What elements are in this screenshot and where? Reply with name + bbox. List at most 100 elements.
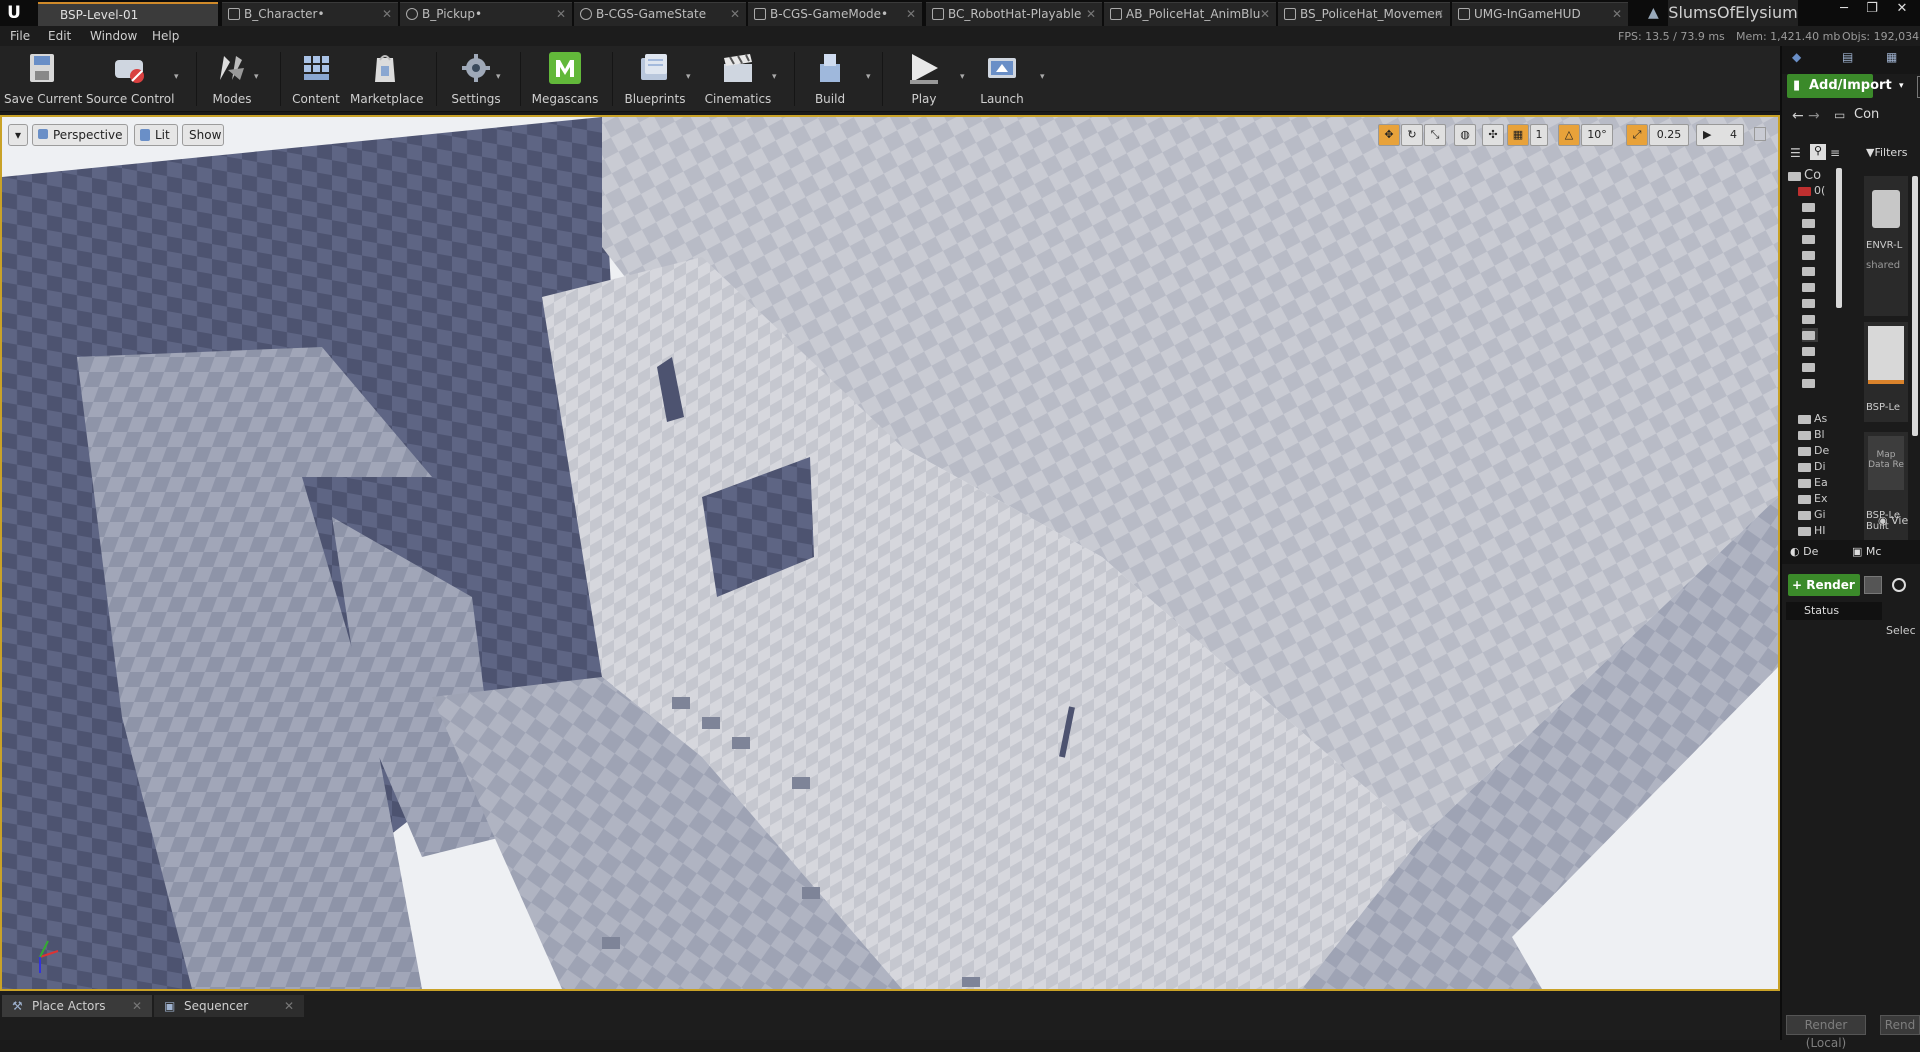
tab-bs-policehat[interactable]: BS_PoliceHat_Movemen ✕ [1278,2,1450,26]
chevron-down-icon[interactable]: ▾ [1040,72,1045,82]
forward-arrow-icon[interactable]: → [1808,108,1820,124]
tab-details[interactable]: ◐ De [1790,545,1818,558]
scale-snap-value[interactable]: 0.25 [1649,124,1689,146]
filters-button[interactable]: ▼Filters [1866,146,1907,159]
tree-folder-project[interactable]: 0( [1798,184,1825,198]
remove-job-icon[interactable] [1864,576,1882,594]
tree-folder-item[interactable]: Gi [1798,508,1826,522]
tab-close-icon[interactable]: ✕ [284,995,294,1017]
add-import-button[interactable]: ▮ Add/Import ▾ [1787,74,1904,98]
viewport-options-button[interactable]: ▾ [8,124,28,146]
tree-folder-item[interactable]: Di [1798,460,1826,474]
menu-edit[interactable]: Edit [48,29,71,43]
tab-place-actors[interactable]: ⚒ Place Actors ✕ [2,995,152,1017]
lit-button[interactable]: Lit [134,124,178,146]
build-button[interactable]: Build ▾ [802,50,871,108]
camera-speed-button[interactable]: ▶ 4 [1696,124,1744,146]
tab-close-icon[interactable]: ✕ [1612,3,1622,25]
tree-folder[interactable] [1802,376,1818,390]
tree-root[interactable]: Co [1788,168,1821,183]
scale-snap-icon[interactable]: ⤢ [1626,124,1648,146]
tab-umg-ingamehud[interactable]: UMG-InGameHUD ✕ [1452,2,1628,26]
chevron-down-icon[interactable]: ▾ [866,72,871,82]
viewport-scene[interactable] [2,117,1778,989]
restore-icon[interactable]: ❐ [1858,0,1886,20]
chevron-down-icon[interactable]: ▾ [960,72,965,82]
tree-folder[interactable] [1802,280,1818,294]
save-current-button[interactable]: Save Current [4,50,82,108]
cinematics-button[interactable]: Cinematics ▾ [702,50,777,108]
breadcrumb-path[interactable]: Con [1854,107,1879,122]
tab-close-icon[interactable]: ✕ [382,3,392,25]
radio-icon[interactable] [1892,578,1906,592]
layout-icon[interactable]: ▤ [1842,50,1853,64]
source-control-button[interactable]: Source Control ▾ [86,50,179,108]
tab-close-icon[interactable]: ✕ [132,995,142,1017]
world-space-icon[interactable]: ◍ [1454,124,1476,146]
menu-file[interactable]: File [10,29,30,43]
menu-help[interactable]: Help [152,29,179,43]
grid-size-value[interactable]: 1 [1530,124,1548,146]
tree-folder-item[interactable]: Bl [1798,428,1825,442]
content-browser-icon[interactable]: ◆ [1792,50,1801,64]
asset-scrollbar[interactable] [1912,176,1918,436]
tree-folder[interactable] [1802,264,1818,278]
tree-folder-selected[interactable] [1802,328,1818,342]
tab-close-icon[interactable]: ✕ [1260,3,1270,25]
tab-b-cgs-gamestate[interactable]: B-CGS-GameState ✕ [574,2,746,26]
tree-folder[interactable] [1802,232,1818,246]
level-viewport[interactable]: ▾ Perspective Lit Show ✥ ↻ ⤡ ◍ ✣ ▦ 1 △ 1… [0,115,1780,991]
tab-close-icon[interactable]: ✕ [1434,3,1444,25]
close-icon[interactable]: ✕ [1888,0,1916,20]
chevron-down-icon[interactable]: ▾ [686,72,691,82]
render-local-button[interactable]: Render (Local) [1786,1015,1866,1050]
tab-movie-render[interactable]: ▣ Mc [1852,545,1881,558]
rotation-snap-value[interactable]: 10° [1581,124,1613,146]
minimize-icon[interactable]: ─ [1830,0,1858,20]
tab-ab-policehat[interactable]: AB_PoliceHat_AnimBlu ✕ [1104,2,1276,26]
play-button[interactable]: Play ▾ [892,50,965,108]
blueprints-button[interactable]: Blueprints ▾ [620,50,691,108]
chevron-down-icon[interactable]: ▾ [174,72,179,82]
search-icon[interactable]: ⚲ [1810,144,1826,160]
grid-icon[interactable]: ▦ [1886,50,1897,64]
tab-bsp-level-01[interactable]: BSP-Level-01 [38,2,218,26]
tab-close-icon[interactable]: ✕ [906,3,916,25]
tree-folder-item[interactable]: HI [1798,524,1826,538]
chevron-down-icon[interactable]: ▾ [496,72,501,82]
asset-tile[interactable]: ENVR-L shared [1864,176,1908,316]
tree-folder[interactable] [1802,216,1818,230]
rotate-tool-icon[interactable]: ↻ [1401,124,1423,146]
list-icon[interactable]: ≡ [1830,146,1840,160]
tree-folder-item[interactable]: Ex [1798,492,1827,506]
tab-b-pickup[interactable]: B_Pickup• ✕ [400,2,572,26]
asset-tile[interactable]: BSP-Le [1864,322,1908,422]
translate-tool-icon[interactable]: ✥ [1378,124,1400,146]
maximize-viewport-icon[interactable] [1754,127,1766,141]
launch-button[interactable]: Launch ▾ [970,50,1045,108]
tab-close-icon[interactable]: ✕ [730,3,740,25]
asset-tile[interactable]: Map Data Re BSP-Le Built [1864,432,1908,552]
chevron-down-icon[interactable]: ▾ [772,72,777,82]
render-button[interactable]: + Render ▾ [1788,574,1860,614]
tab-close-icon[interactable]: ✕ [1086,3,1096,25]
tree-folder-item[interactable]: De [1798,444,1829,458]
tree-folder[interactable] [1802,360,1818,374]
tree-folder[interactable] [1802,248,1818,262]
tree-folder[interactable] [1802,344,1818,358]
grid-snap-icon[interactable]: ▦ [1507,124,1529,146]
tree-folder[interactable] [1802,312,1818,326]
tree-folder-item[interactable]: As [1798,412,1827,426]
scale-tool-icon[interactable]: ⤡ [1424,124,1446,146]
tab-close-icon[interactable]: ✕ [556,3,566,25]
rotation-snap-icon[interactable]: △ [1558,124,1580,146]
tree-scrollbar[interactable] [1836,168,1842,308]
render-remote-button[interactable]: Rend [1880,1015,1920,1035]
marketplace-button[interactable]: Marketplace [350,50,424,108]
menu-window[interactable]: Window [90,29,137,43]
tree-folder-item[interactable]: Ea [1798,476,1828,490]
tree-folder[interactable] [1802,200,1818,214]
tree-folder[interactable] [1802,296,1818,310]
sources-toggle-icon[interactable]: ☰ [1790,146,1801,160]
settings-button[interactable]: Settings ▾ [444,50,508,108]
